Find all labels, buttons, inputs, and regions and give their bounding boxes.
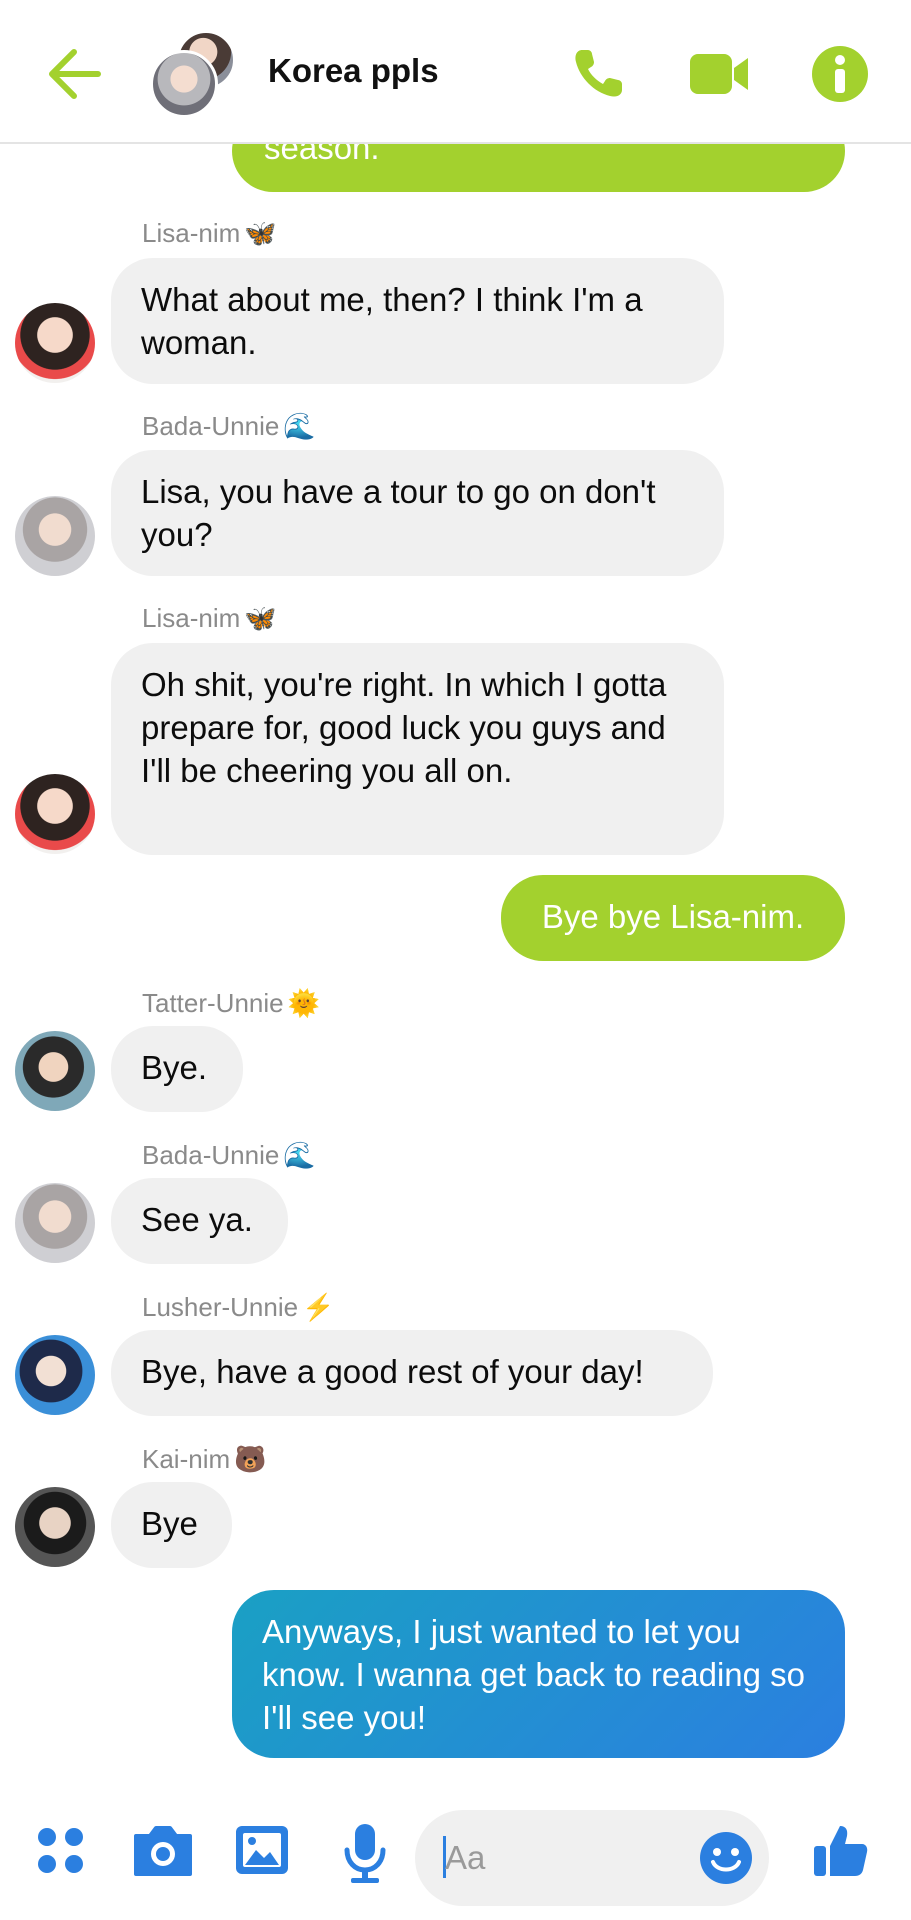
sender-label: Kai-nim xyxy=(142,1444,231,1474)
bear-emoji: 🐻 xyxy=(234,1444,267,1474)
emoji-button[interactable] xyxy=(698,1830,754,1886)
sender-name: Lisa-nim 🦋 xyxy=(142,603,277,634)
info-icon xyxy=(812,46,868,102)
gallery-button[interactable] xyxy=(232,1820,302,1890)
message-text: Lisa, you have a tour to go on don't you… xyxy=(141,473,656,553)
sender-label: Lisa-nim xyxy=(142,603,241,633)
avatar-tatter[interactable] xyxy=(15,1031,95,1111)
outgoing-message[interactable]: Anyways, I just wanted to let you know. … xyxy=(232,1590,845,1758)
incoming-message[interactable]: What about me, then? I think I'm a woman… xyxy=(111,258,724,384)
avatar-lusher[interactable] xyxy=(15,1335,95,1415)
sender-name: Bada-Unnie 🌊 xyxy=(142,1140,316,1171)
wave-emoji: 🌊 xyxy=(283,411,316,441)
sender-label: Bada-Unnie xyxy=(142,411,280,441)
sender-label: Lisa-nim xyxy=(142,218,241,248)
microphone-icon xyxy=(344,1824,386,1883)
sender-label: Lusher-Unnie xyxy=(142,1292,299,1322)
sender-name: Lusher-Unnie ⚡ xyxy=(142,1292,334,1323)
incoming-message[interactable]: Bye, have a good rest of your day! xyxy=(111,1330,713,1416)
sender-name: Lisa-nim 🦋 xyxy=(142,218,277,249)
avatar-lisa[interactable] xyxy=(15,303,95,383)
member-avatar xyxy=(150,50,218,118)
back-button[interactable] xyxy=(44,44,104,104)
conversation-title[interactable]: Korea ppls xyxy=(268,52,439,90)
lightning-emoji: ⚡ xyxy=(302,1292,335,1322)
message-input[interactable] xyxy=(443,1832,677,1884)
outgoing-message[interactable]: Bye bye Lisa-nim. xyxy=(501,875,845,961)
message-list[interactable]: season. Lisa-nim 🦋 What about me, then? I… xyxy=(0,0,911,1790)
incoming-message[interactable]: See ya. xyxy=(111,1178,288,1264)
avatar-kai[interactable] xyxy=(15,1487,95,1567)
video-camera-icon xyxy=(690,54,748,94)
sender-label: Tatter-Unnie xyxy=(142,988,284,1018)
like-button[interactable] xyxy=(810,1820,880,1890)
butterfly-emoji: 🦋 xyxy=(244,603,277,633)
wave-emoji: 🌊 xyxy=(283,1140,316,1170)
smiley-icon xyxy=(700,1832,752,1884)
message-composer[interactable] xyxy=(415,1810,769,1906)
incoming-message[interactable]: Bye xyxy=(111,1482,232,1568)
sender-name: Bada-Unnie 🌊 xyxy=(142,411,316,442)
message-text: Bye xyxy=(141,1505,198,1542)
avatar-lisa[interactable] xyxy=(15,774,95,854)
avatar-bada[interactable] xyxy=(15,1183,95,1263)
composer-bar xyxy=(0,1790,911,1920)
apps-button[interactable] xyxy=(32,1820,102,1890)
camera-button[interactable] xyxy=(130,1820,200,1890)
apps-grid-icon xyxy=(38,1828,83,1873)
message-text: What about me, then? I think I'm a woman… xyxy=(141,281,643,361)
thumbs-up-icon xyxy=(814,1826,868,1876)
message-text: Oh shit, you're right. In which I gotta … xyxy=(141,666,667,789)
avatar-bada[interactable] xyxy=(15,496,95,576)
video-call-button[interactable] xyxy=(688,44,752,104)
sender-name: Tatter-Unnie 🌞 xyxy=(142,988,320,1019)
message-text: Bye. xyxy=(141,1049,208,1086)
message-text: Bye, have a good rest of your day! xyxy=(141,1353,644,1390)
phone-icon xyxy=(575,50,622,97)
info-button[interactable] xyxy=(810,44,874,104)
camera-icon xyxy=(134,1826,192,1876)
arrow-left-icon xyxy=(49,49,101,99)
sun-emoji: 🌞 xyxy=(287,988,320,1018)
group-avatar[interactable] xyxy=(150,30,240,118)
call-button[interactable] xyxy=(568,44,632,104)
incoming-message[interactable]: Bye. xyxy=(111,1026,243,1112)
sender-label: Bada-Unnie xyxy=(142,1140,280,1170)
sender-name: Kai-nim 🐻 xyxy=(142,1444,267,1475)
image-icon xyxy=(236,1826,288,1874)
voice-button[interactable] xyxy=(335,1820,405,1890)
incoming-message[interactable]: Lisa, you have a tour to go on don't you… xyxy=(111,450,724,576)
conversation-header: Korea ppls xyxy=(0,0,911,144)
butterfly-emoji: 🦋 xyxy=(244,218,277,248)
incoming-message[interactable]: Oh shit, you're right. In which I gotta … xyxy=(111,643,724,855)
message-text: Anyways, I just wanted to let you know. … xyxy=(262,1613,806,1736)
message-text: See ya. xyxy=(141,1201,253,1238)
message-text: Bye bye Lisa-nim. xyxy=(541,898,805,935)
